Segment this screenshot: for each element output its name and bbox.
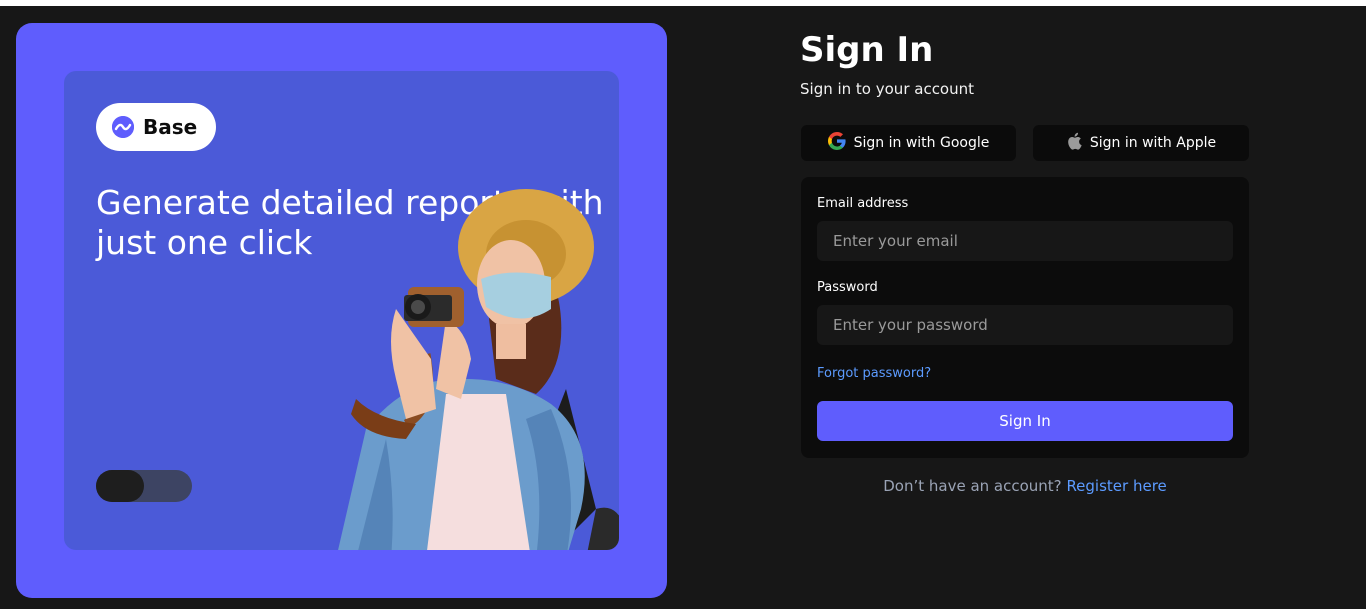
apple-signin-button[interactable]: Sign in with Apple — [1033, 125, 1249, 161]
apple-icon — [1066, 132, 1082, 154]
woman-with-camera-image — [338, 189, 619, 550]
password-field[interactable] — [817, 305, 1233, 345]
signin-submit-button[interactable]: Sign In — [817, 401, 1233, 441]
google-signin-label: Sign in with Google — [853, 135, 990, 151]
forgot-password-link[interactable]: Forgot password? — [817, 366, 931, 381]
apple-signin-label: Sign in with Apple — [1089, 135, 1217, 151]
hero-card: Base Generate detailed reports with just… — [64, 71, 619, 550]
base-logo-icon — [112, 116, 134, 138]
google-signin-button[interactable]: Sign in with Google — [801, 125, 1016, 161]
email-field[interactable] — [817, 221, 1233, 261]
signin-form: Email address Password Forgot password? … — [801, 177, 1249, 458]
brand-badge: Base — [96, 103, 216, 151]
top-strip — [0, 0, 1366, 6]
register-prompt-line: Don’t have an account? Register here — [801, 477, 1249, 495]
google-icon — [827, 132, 846, 154]
page-title: Sign In — [800, 30, 934, 70]
email-label: Email address — [817, 196, 909, 211]
register-prompt: Don’t have an account? — [883, 477, 1062, 495]
toggle-knob — [96, 470, 144, 502]
hero-panel: Base Generate detailed reports with just… — [16, 23, 667, 598]
brand-name: Base — [143, 115, 198, 139]
page-subtitle: Sign in to your account — [800, 80, 975, 98]
register-link[interactable]: Register here — [1066, 477, 1166, 495]
password-label: Password — [817, 280, 878, 295]
theme-toggle[interactable] — [96, 470, 192, 502]
